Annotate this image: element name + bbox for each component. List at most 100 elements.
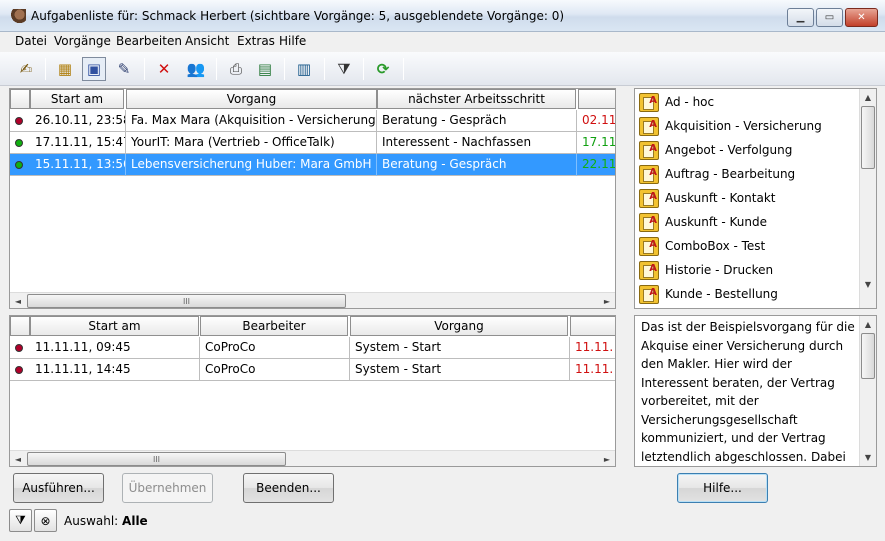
list-item[interactable]: Angebot - Verfolgung bbox=[639, 138, 792, 162]
task-row[interactable]: 17.11.11, 15:47 YourIT: Mara (Vertrieb -… bbox=[10, 132, 616, 154]
process-type-vscrollbar[interactable]: ▲ ▼ bbox=[859, 89, 876, 308]
cell-process: System - Start bbox=[350, 337, 570, 359]
menu-hilfe[interactable]: Hilfe bbox=[279, 34, 306, 48]
scroll-thumb[interactable] bbox=[861, 106, 875, 169]
cell-next-step: Beratung - Gespräch bbox=[377, 154, 577, 176]
header-process[interactable]: Vorgang bbox=[350, 316, 568, 336]
header-status[interactable] bbox=[10, 89, 30, 109]
toolbar-separator bbox=[144, 58, 145, 80]
toolbar-separator bbox=[284, 58, 285, 80]
description-vscrollbar[interactable]: ▲ ▼ bbox=[859, 316, 876, 466]
finish-button[interactable]: Beenden... bbox=[243, 473, 334, 503]
history-grid-hscrollbar[interactable]: ◄ III ► bbox=[10, 450, 615, 466]
task-row[interactable]: 26.10.11, 23:58 Fa. Max Mara (Akquisitio… bbox=[10, 110, 616, 132]
users-icon[interactable]: 👥 bbox=[182, 57, 210, 81]
header-start[interactable]: Start am bbox=[30, 89, 124, 109]
process-type-icon bbox=[639, 116, 659, 136]
cell-due: 02.11. bbox=[582, 113, 616, 127]
cell-start: 17.11.11, 15:47 bbox=[30, 132, 126, 154]
toolbar-separator bbox=[363, 58, 364, 80]
scroll-right-arrow[interactable]: ► bbox=[599, 451, 615, 466]
header-process[interactable]: Vorgang bbox=[126, 89, 377, 109]
list-item[interactable]: Ad - hoc bbox=[639, 90, 714, 114]
screen-icon[interactable]: ▣ bbox=[82, 57, 106, 81]
minimize-button[interactable]: ▁ bbox=[787, 8, 814, 27]
header-start[interactable]: Start am bbox=[30, 316, 199, 336]
list-item[interactable]: Historie - Drucken bbox=[639, 258, 773, 282]
menu-vorgaenge[interactable]: Vorgänge bbox=[54, 34, 111, 48]
scroll-left-arrow[interactable]: ◄ bbox=[10, 451, 26, 466]
filter-reset-icon[interactable]: ⊗ bbox=[34, 509, 57, 532]
cell-start: 15.11.11, 13:56 bbox=[30, 154, 126, 176]
toolbar-separator bbox=[403, 58, 404, 80]
process-type-list[interactable]: Ad - hoc Akquisition - Versicherung Ange… bbox=[634, 88, 877, 309]
notes-icon[interactable]: ▤ bbox=[253, 57, 277, 81]
list-item[interactable]: Auftrag - Bearbeitung bbox=[639, 162, 795, 186]
toolbar: ✍ ▦ ▣ ✎ ✕ 👥 ⎙ ▤ ▥ ⧩ ⟳ bbox=[0, 52, 885, 86]
list-item[interactable]: Kunde - Bestellung bbox=[639, 282, 778, 306]
menu-bar: Datei Vorgänge Bearbeiten Ansicht Extras… bbox=[0, 32, 885, 52]
process-description[interactable]: Das ist der Beispielsvorgang für die Akq… bbox=[634, 315, 877, 467]
menu-ansicht[interactable]: Ansicht bbox=[185, 34, 229, 48]
archive-icon[interactable]: ▥ bbox=[292, 57, 316, 81]
history-row[interactable]: 11.11.11, 09:45 CoProCo System - Start 1… bbox=[10, 337, 615, 359]
apply-button[interactable]: Übernehmen bbox=[122, 473, 213, 503]
header-user[interactable]: Bearbeiter bbox=[200, 316, 348, 336]
process-type-icon bbox=[639, 140, 659, 160]
header-due[interactable] bbox=[570, 316, 615, 336]
task-grid-hscrollbar[interactable]: ◄ III ► bbox=[10, 292, 615, 308]
delete-icon[interactable]: ✕ bbox=[152, 57, 176, 81]
process-type-icon bbox=[639, 260, 659, 280]
execute-button[interactable]: Ausführen... bbox=[13, 473, 104, 503]
edit-icon[interactable]: ✎ bbox=[112, 57, 136, 81]
cell-due: 17.11. bbox=[582, 135, 616, 149]
filter-icon[interactable]: ⧩ bbox=[9, 509, 32, 532]
toolbar-separator bbox=[216, 58, 217, 80]
process-type-icon bbox=[639, 92, 659, 112]
list-item[interactable]: Auskunft - Kontakt bbox=[639, 186, 775, 210]
scroll-left-arrow[interactable]: ◄ bbox=[10, 293, 26, 308]
scroll-right-arrow[interactable]: ► bbox=[599, 293, 615, 308]
list-item[interactable]: Auskunft - Kunde bbox=[639, 210, 767, 234]
scroll-thumb[interactable]: III bbox=[27, 452, 286, 466]
help-button[interactable]: Hilfe... bbox=[677, 473, 768, 503]
history-grid[interactable]: Start am Bearbeiter Vorgang 11.11.11, 09… bbox=[9, 315, 616, 467]
header-due[interactable] bbox=[578, 89, 615, 109]
menu-bearbeiten[interactable]: Bearbeiten bbox=[116, 34, 182, 48]
header-next-step[interactable]: nächster Arbeitsschritt bbox=[377, 89, 576, 109]
list-item[interactable]: ComboBox - Test bbox=[639, 234, 765, 258]
status-dot bbox=[15, 117, 23, 125]
scroll-up-arrow[interactable]: ▲ bbox=[860, 89, 876, 105]
process-type-icon[interactable]: ▦ bbox=[53, 57, 77, 81]
new-task-icon[interactable]: ✍ bbox=[14, 57, 38, 81]
header-status[interactable] bbox=[10, 316, 30, 336]
menu-extras[interactable]: Extras bbox=[237, 34, 275, 48]
refresh-icon[interactable]: ⟳ bbox=[371, 57, 395, 81]
menu-datei[interactable]: Datei bbox=[15, 34, 47, 48]
description-text: Das ist der Beispielsvorgang für die Akq… bbox=[641, 320, 855, 464]
toolbar-separator bbox=[324, 58, 325, 80]
scroll-down-arrow[interactable]: ▼ bbox=[860, 449, 876, 465]
list-item[interactable]: Akquisition - Versicherung bbox=[639, 114, 822, 138]
process-type-icon bbox=[639, 236, 659, 256]
cell-due: 11.11. bbox=[575, 362, 614, 376]
cell-due: 22.11. bbox=[582, 157, 616, 171]
app-icon bbox=[10, 9, 26, 25]
process-type-icon bbox=[639, 212, 659, 232]
history-row[interactable]: 11.11.11, 14:45 CoProCo System - Start 1… bbox=[10, 359, 615, 381]
scroll-thumb[interactable]: III bbox=[27, 294, 346, 308]
status-dot bbox=[15, 366, 23, 374]
scroll-thumb[interactable] bbox=[861, 333, 875, 379]
print-icon[interactable]: ⎙ bbox=[224, 57, 248, 81]
maximize-button[interactable]: ▭ bbox=[816, 8, 843, 27]
scroll-down-arrow[interactable]: ▼ bbox=[860, 276, 876, 292]
title-bar[interactable]: Aufgabenliste für: Schmack Herbert (sich… bbox=[0, 0, 885, 32]
task-grid-header: Start am Vorgang nächster Arbeitsschritt bbox=[10, 89, 615, 109]
cell-process: System - Start bbox=[350, 359, 570, 381]
filter-icon[interactable]: ⧩ bbox=[332, 57, 356, 81]
task-grid[interactable]: Start am Vorgang nächster Arbeitsschritt… bbox=[9, 88, 616, 309]
close-button[interactable]: ✕ bbox=[845, 8, 878, 27]
scroll-up-arrow[interactable]: ▲ bbox=[860, 316, 876, 332]
cell-due: 11.11. bbox=[575, 340, 614, 354]
task-row-selected[interactable]: 15.11.11, 13:56 Lebensversicherung Huber… bbox=[10, 154, 616, 176]
